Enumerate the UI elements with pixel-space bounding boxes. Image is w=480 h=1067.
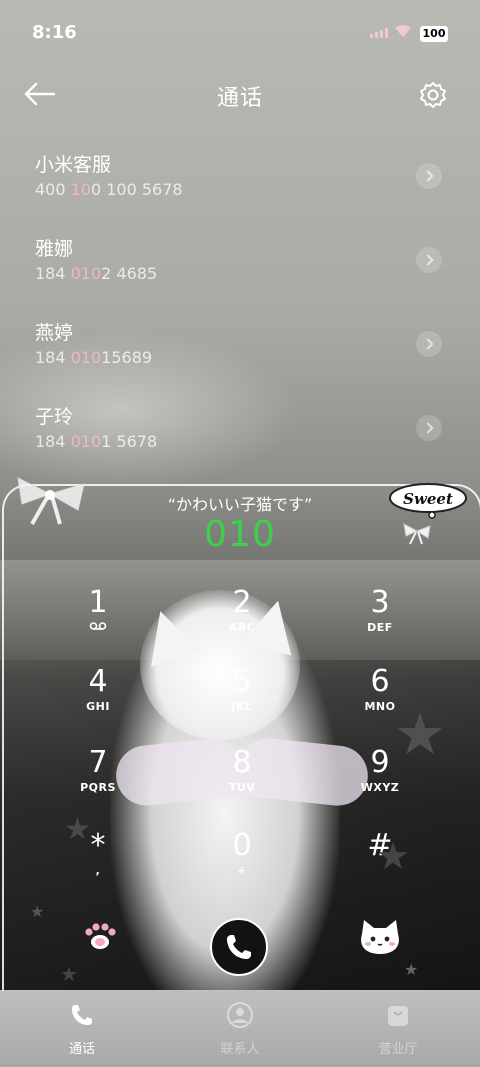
key-2[interactable]: 2 ABC <box>192 585 292 657</box>
call-list-item[interactable]: 燕婷 184 01015689 <box>0 308 480 392</box>
key-5[interactable]: 5 JKL <box>192 664 292 736</box>
star-decoration: ★ <box>394 700 446 768</box>
phone-icon <box>227 935 251 959</box>
key-0[interactable]: 0 + <box>192 828 292 900</box>
signal-icon <box>370 28 388 38</box>
voicemail-icon <box>48 621 148 635</box>
matched-digits: 010 <box>70 432 102 451</box>
wifi-icon <box>395 24 411 37</box>
star-decoration: ★ <box>60 962 78 986</box>
star-decoration: ★ <box>30 902 45 921</box>
cat-face-icon[interactable] <box>356 916 404 956</box>
contact-number: 184 0102 4685 <box>35 264 158 283</box>
dialed-number-display: 010 <box>204 514 276 555</box>
matched-digits: 010 <box>70 264 102 283</box>
key-8[interactable]: 8 TUV <box>192 745 292 817</box>
settings-gear-icon[interactable] <box>418 80 448 110</box>
key-3[interactable]: 3 DEF <box>330 585 430 657</box>
contact-detail-button[interactable] <box>416 247 442 273</box>
contact-person-icon <box>227 1002 253 1028</box>
bottom-navigation: 通话 联系人 营业厅 <box>0 990 480 1067</box>
contact-number: 184 01015689 <box>35 348 153 367</box>
contact-detail-button[interactable] <box>416 163 442 189</box>
contact-name: 燕婷 <box>35 322 74 344</box>
matched-digits: 10 <box>70 180 91 199</box>
contact-detail-button[interactable] <box>416 331 442 357</box>
call-list-item[interactable]: 雅娜 184 0102 4685 <box>0 224 480 308</box>
key-star[interactable]: * , <box>48 828 148 900</box>
contact-name: 子玲 <box>35 406 74 428</box>
contact-number: 184 0101 5678 <box>35 432 158 451</box>
paw-print-icon[interactable] <box>80 918 120 954</box>
dialer-caption: “かわいい子猫です” <box>167 495 313 514</box>
key-4[interactable]: 4 GHI <box>48 664 148 736</box>
call-list-item[interactable]: 小米客服 400 100 100 5678 <box>0 140 480 224</box>
star-decoration: ★ <box>64 812 91 847</box>
contact-name: 雅娜 <box>35 238 74 260</box>
key-1[interactable]: 1 <box>48 585 148 657</box>
nav-tab-contacts[interactable]: 联系人 <box>190 1000 290 1057</box>
call-button[interactable] <box>210 918 268 976</box>
nav-tab-calls[interactable]: 通话 <box>32 1000 132 1057</box>
matched-digits: 010 <box>70 348 102 367</box>
star-decoration: ★ <box>376 834 411 878</box>
contact-detail-button[interactable] <box>416 415 442 441</box>
key-7[interactable]: 7 PQRS <box>48 745 148 817</box>
recent-calls-list: 小米客服 400 100 100 5678 雅娜 184 0102 4685 燕… <box>0 140 480 476</box>
contact-number: 400 100 100 5678 <box>35 180 183 199</box>
nav-tab-service-hall[interactable]: 营业厅 <box>348 1000 448 1057</box>
phone-icon <box>72 1005 92 1025</box>
app-header: 通话 <box>0 66 480 122</box>
page-title: 通话 <box>216 86 263 111</box>
shopping-bag-icon <box>388 1006 408 1026</box>
status-time: 8:16 <box>32 22 77 43</box>
star-decoration: ★ <box>404 960 419 979</box>
contact-name: 小米客服 <box>35 154 112 176</box>
battery-indicator: 100 <box>420 26 448 42</box>
status-bar: 8:16 100 <box>0 0 480 66</box>
call-list-item[interactable]: 子玲 184 0101 5678 <box>0 392 480 476</box>
